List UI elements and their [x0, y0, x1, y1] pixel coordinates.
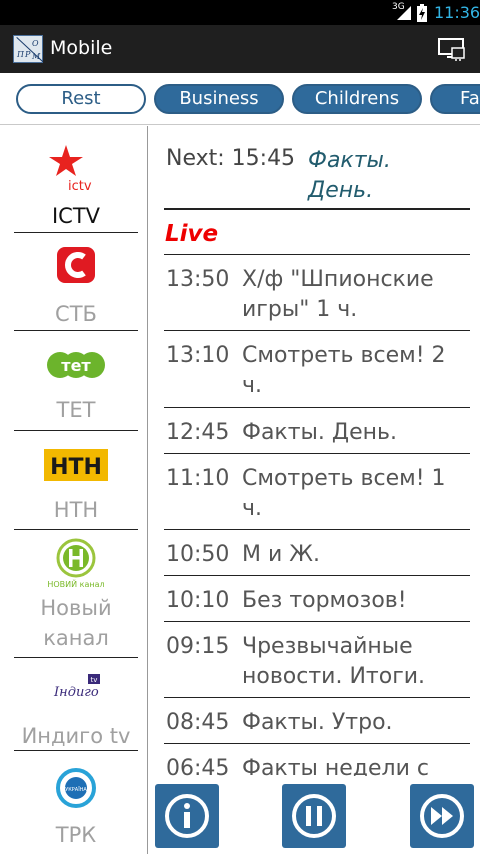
indigo-logo-tv: tv	[91, 676, 98, 684]
program-row[interactable]: 13:50 Х/ф "Шпионские игры" 1 ч.	[164, 254, 470, 330]
program-title: Смотреть всем! 2 ч.	[242, 343, 446, 398]
next-program[interactable]: Next: 15:45 Факты. День.	[164, 140, 470, 210]
novyi-kanal-logo-icon: НОВИЙ канал	[47, 538, 105, 589]
indigo-logo-icon: Індиго tv	[53, 674, 100, 700]
program-time: 12:45	[166, 420, 230, 445]
program-title: Без тормозов!	[242, 588, 407, 613]
channel-name: ТЕТ	[56, 398, 96, 422]
program-title: Смотреть всем! 1 ч.	[242, 466, 446, 521]
app-logo-letter: Р	[25, 50, 31, 59]
channel-name: Новый канал	[40, 596, 112, 650]
app-logo-letter: П	[17, 50, 24, 59]
tab-childrens[interactable]: Childrens	[292, 84, 422, 114]
tet-logo-text: тет	[61, 356, 91, 375]
channel-name: СТБ	[55, 302, 97, 326]
program-row[interactable]: 06:45 Факты недели с	[164, 743, 470, 776]
fast-forward-icon	[420, 794, 464, 838]
program-row[interactable]: 10:10 Без тормозов!	[164, 575, 470, 621]
tab-rest[interactable]: Rest	[16, 84, 146, 114]
program-time: 11:10	[166, 466, 230, 491]
program-row[interactable]: 11:10 Смотреть всем! 1 ч.	[164, 453, 470, 529]
program-time: 13:50	[166, 267, 230, 292]
program-row[interactable]: 08:45 Факты. Утро.	[164, 697, 470, 743]
program-time: 10:10	[166, 588, 230, 613]
ntn-logo-text: НТН	[50, 455, 102, 480]
live-label: Live	[165, 221, 219, 247]
program-time: 06:45	[166, 756, 230, 776]
program-time: 08:45	[166, 710, 230, 735]
program-time: 13:10	[166, 343, 230, 368]
channel-item-stb[interactable]: СТБ	[14, 233, 138, 333]
channel-name: Индиго tv	[21, 724, 131, 748]
cast-icon[interactable]	[438, 37, 466, 61]
ictv-logo-text: ictv	[68, 179, 92, 194]
fast-forward-button[interactable]	[410, 784, 474, 848]
pause-icon	[292, 794, 336, 838]
program-title: Факты недели с	[242, 756, 429, 776]
action-bar: П Р О М Mobile	[0, 25, 480, 73]
app-logo-letter: М	[32, 52, 41, 61]
channel-divider	[14, 750, 138, 751]
tab-fa[interactable]: Fa	[430, 84, 480, 114]
program-time: 09:15	[166, 634, 230, 659]
program-title: Факты. День.	[242, 420, 397, 445]
program-row[interactable]: 10:50 М и Ж.	[164, 529, 470, 575]
next-label: Next: 15:45	[166, 146, 296, 171]
channel-list: ictv ICTV СТБ тет ТЕТ НТН НТН НОВИЙ кана…	[0, 126, 148, 854]
channel-item-ntn[interactable]: НТН НТН	[14, 431, 138, 531]
trk-logo-text: УКРАЇНА	[65, 786, 87, 793]
program-row[interactable]: 13:10 Смотреть всем! 2 ч.	[164, 330, 470, 407]
program-title: Чрезвычайные новости. Итоги.	[242, 634, 426, 689]
tab-business[interactable]: Business	[154, 84, 284, 114]
channel-item-indigo[interactable]: Індиго tv Индиго tv	[14, 658, 138, 758]
battery-icon	[417, 4, 427, 22]
novyi-kanal-logo-text: НОВИЙ канал	[47, 578, 104, 589]
app-title: Mobile	[50, 37, 113, 59]
status-bar: 3G 11:36	[0, 0, 480, 25]
channel-name: ТРК	[55, 823, 97, 847]
tet-logo-icon: тет	[47, 352, 105, 378]
channel-item-novyi-kanal[interactable]: НОВИЙ канал Новый канал	[14, 530, 138, 658]
clock: 11:36	[434, 3, 480, 22]
program-row[interactable]: 09:15 Чрезвычайные новости. Итоги.	[164, 621, 470, 697]
program-time: 10:50	[166, 542, 230, 567]
program-schedule: Next: 15:45 Факты. День. Live 13:50 Х/ф …	[149, 126, 480, 776]
category-tabs: Rest Business Childrens Fa	[0, 73, 480, 125]
trk-ukraina-logo-icon: УКРАЇНА	[56, 768, 96, 808]
ntn-logo-icon: НТН	[44, 449, 108, 481]
channel-item-trk[interactable]: УКРАЇНА ТРК	[14, 756, 138, 854]
program-title: М и Ж.	[242, 542, 320, 567]
ictv-logo-icon: ictv	[49, 145, 92, 194]
program-row[interactable]: 12:45 Факты. День.	[164, 407, 470, 453]
info-button[interactable]	[155, 784, 219, 848]
channel-item-tet[interactable]: тет ТЕТ	[14, 331, 138, 431]
signal-icon	[397, 6, 411, 20]
program-title: Х/ф "Шпионские игры" 1 ч.	[242, 267, 434, 322]
next-title: Факты. День.	[308, 148, 391, 203]
channel-name: НТН	[53, 498, 99, 522]
indigo-logo-text: Індиго	[53, 685, 99, 700]
app-logo-icon[interactable]: П Р О М	[13, 35, 44, 63]
stb-logo-icon	[57, 247, 95, 283]
program-title: Факты. Утро.	[242, 710, 393, 735]
pause-button[interactable]	[282, 784, 346, 848]
app-logo-letter: О	[32, 39, 39, 48]
info-icon	[165, 794, 209, 838]
channel-name: ICTV	[51, 204, 101, 228]
channel-item-ictv[interactable]: ictv ICTV	[14, 136, 138, 233]
